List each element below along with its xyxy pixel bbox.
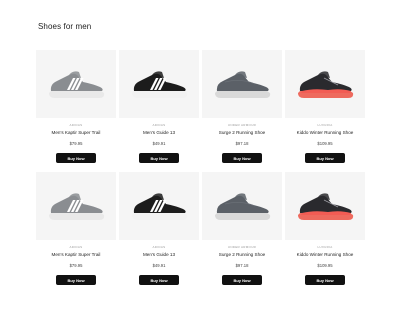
buy-now-button[interactable]: Buy Now (305, 153, 345, 163)
buy-now-button[interactable]: Buy Now (56, 153, 96, 163)
grey-adidas-sneaker-icon (49, 71, 105, 98)
product-card[interactable]: LUXURIA Kiddo Winter Running Shoe $109.9… (285, 50, 365, 168)
grey-slip-on-shoe-icon (215, 71, 271, 98)
page-title: Shoes for men (38, 22, 92, 31)
product-card[interactable]: UNDER ARMOUR Surge 2 Running Shoe $97.18… (202, 172, 282, 290)
product-image[interactable] (202, 172, 282, 240)
product-price: $49.91 (152, 263, 166, 268)
product-brand: LUXURIA (317, 245, 333, 249)
buy-now-button[interactable]: Buy Now (56, 275, 96, 285)
buy-now-button[interactable]: Buy Now (222, 153, 262, 163)
product-brand: ADIDAS (152, 123, 166, 127)
product-card[interactable]: UNDER ARMOUR Surge 2 Running Shoe $97.18… (202, 50, 282, 168)
product-name[interactable]: Kiddo Winter Running Shoe (297, 130, 354, 136)
product-name[interactable]: Men's Guide 13 (143, 130, 175, 136)
product-card[interactable]: ADIDAS Men's Guide 13 $49.91 Buy Now (119, 172, 199, 290)
product-image[interactable] (285, 172, 365, 240)
buy-now-button[interactable]: Buy Now (305, 275, 345, 285)
product-name[interactable]: Surge 2 Running Shoe (219, 130, 265, 136)
product-image[interactable] (202, 50, 282, 118)
black-adidas-sneaker-icon (132, 193, 188, 220)
product-grid: ADIDAS Men's Kaptir Super Trail $79.95 B… (36, 50, 366, 290)
buy-now-button[interactable]: Buy Now (139, 153, 179, 163)
product-name[interactable]: Surge 2 Running Shoe (219, 252, 265, 258)
product-image[interactable] (119, 50, 199, 118)
product-brand: ADIDAS (152, 245, 166, 249)
product-image[interactable] (36, 172, 116, 240)
product-brand: UNDER ARMOUR (227, 123, 257, 127)
buy-now-button[interactable]: Buy Now (139, 275, 179, 285)
product-image[interactable] (285, 50, 365, 118)
product-name[interactable]: Men's Kaptir Super Trail (52, 130, 101, 136)
product-price: $79.95 (69, 141, 83, 146)
black-red-running-shoe-icon (298, 193, 354, 220)
product-name[interactable]: Men's Kaptir Super Trail (52, 252, 101, 258)
product-price: $49.91 (152, 141, 166, 146)
product-image[interactable] (36, 50, 116, 118)
product-brand: ADIDAS (69, 123, 83, 127)
product-price: $109.95 (317, 141, 333, 146)
product-card[interactable]: LUXURIA Kiddo Winter Running Shoe $109.9… (285, 172, 365, 290)
product-price: $97.18 (235, 263, 249, 268)
product-card[interactable]: ADIDAS Men's Guide 13 $49.91 Buy Now (119, 50, 199, 168)
product-brand: LUXURIA (317, 123, 333, 127)
product-price: $79.95 (69, 263, 83, 268)
product-image[interactable] (119, 172, 199, 240)
product-card[interactable]: ADIDAS Men's Kaptir Super Trail $79.95 B… (36, 50, 116, 168)
product-name[interactable]: Men's Guide 13 (143, 252, 175, 258)
product-price: $109.95 (317, 263, 333, 268)
black-adidas-sneaker-icon (132, 71, 188, 98)
product-name[interactable]: Kiddo Winter Running Shoe (297, 252, 354, 258)
grey-slip-on-shoe-icon (215, 193, 271, 220)
product-card[interactable]: ADIDAS Men's Kaptir Super Trail $79.95 B… (36, 172, 116, 290)
buy-now-button[interactable]: Buy Now (222, 275, 262, 285)
product-listing-page: Shoes for men ADIDAS Men's Kaptir Super … (0, 0, 400, 329)
black-red-running-shoe-icon (298, 71, 354, 98)
grey-adidas-sneaker-icon (49, 193, 105, 220)
product-brand: ADIDAS (69, 245, 83, 249)
product-brand: UNDER ARMOUR (227, 245, 257, 249)
product-price: $97.18 (235, 141, 249, 146)
